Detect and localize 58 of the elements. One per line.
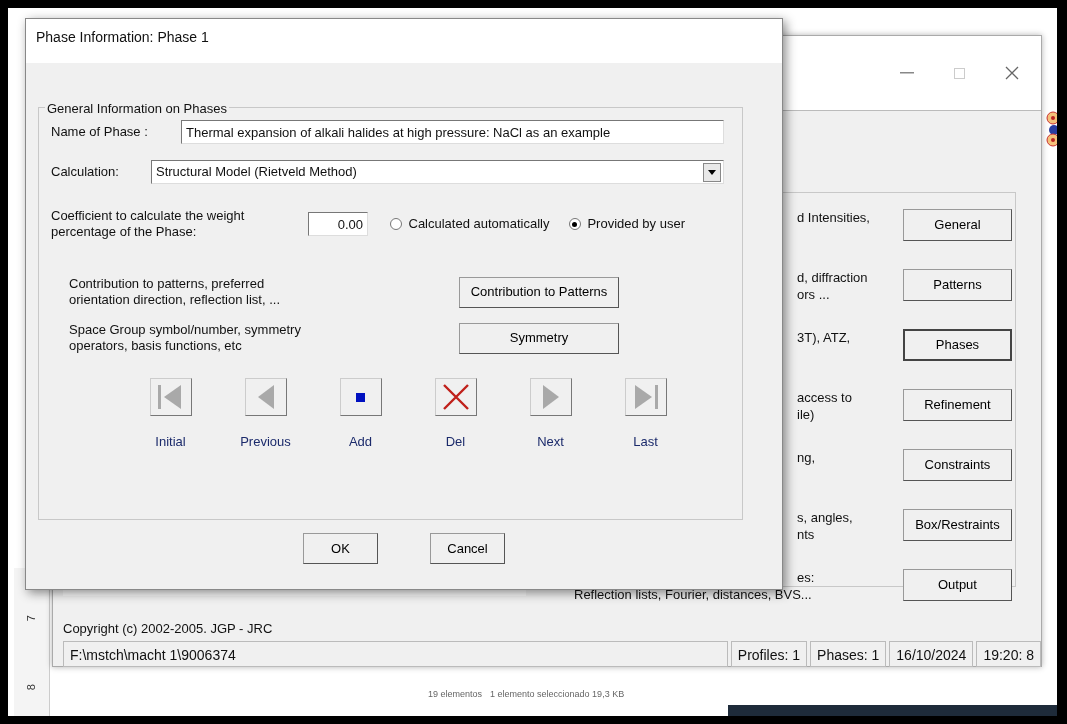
description-text: access to [797, 389, 853, 406]
description-text: d, diffraction [797, 269, 869, 286]
calculation-dropdown[interactable]: Structural Model (Rietveld Method) [151, 160, 724, 184]
description-text: Space Group symbol/number, symmetry operators, basis functions, etc [69, 322, 302, 354]
section-button[interactable]: Patterns [902, 269, 1012, 301]
dialog-button[interactable]: OK [303, 533, 378, 564]
radio-button[interactable] [568, 218, 581, 230]
ruler-number: 8 [24, 683, 39, 690]
status-field: Profiles: 1 [730, 641, 808, 667]
status-field: 16/10/2024 [889, 641, 974, 667]
status-field: F:\mstch\macht 1\9006374 [63, 641, 728, 667]
status-field: 19:20: 8 [976, 641, 1041, 667]
status-text: 19 elementos [428, 688, 483, 701]
section-button[interactable]: Phases [902, 329, 1012, 361]
description-text: Contribution to patterns, preferred orientation direction, reflection list, ... [69, 276, 281, 308]
nav-label: Next [537, 433, 564, 451]
ruler-number: 7 [24, 615, 39, 622]
radio-label: Provided by user [587, 215, 685, 234]
description-text: Reflection lists, Fourier, distances, BVS... [574, 586, 813, 603]
caret-icon [708, 169, 716, 175]
nav-label: Initial [155, 433, 186, 451]
description-text: 3T), ATZ, [797, 329, 852, 346]
description-text: nts [797, 526, 816, 543]
nav-label: Last [633, 433, 658, 451]
status-text: 1 elemento seleccionado 19,3 KB [490, 688, 625, 701]
action-button[interactable]: Contribution to Patterns [459, 276, 619, 308]
coefficient-field[interactable]: 0.00 [308, 212, 368, 236]
description-text: es: [797, 569, 816, 586]
description-text: ors ... [797, 286, 831, 303]
copyright-text: Copyright (c) 2002-2005. JGP - JRC [63, 620, 273, 638]
section-button[interactable]: Box/Restraints [902, 509, 1012, 541]
nav-label: Del [445, 433, 466, 451]
description-text: d Intensities, [797, 209, 871, 226]
square-icon [356, 392, 365, 402]
section-button[interactable]: Refinement [902, 389, 1012, 421]
action-button[interactable]: Symmetry [459, 322, 619, 354]
nav-button[interactable] [339, 378, 382, 416]
description-text: ile) [797, 406, 816, 423]
section-button[interactable]: Constraints [902, 449, 1012, 481]
section-button[interactable]: Output [902, 569, 1012, 601]
radio-button[interactable] [390, 218, 402, 230]
name-field[interactable]: Thermal expansion of alkali halides at high pressure: NaCl as an example [181, 120, 724, 144]
section-button[interactable]: General [902, 209, 1012, 241]
status-field: Phases: 1 [810, 641, 887, 667]
close-icon[interactable] [1005, 66, 1019, 80]
field-label: Coefficient to calculate the weight percentage of the Phase: [51, 208, 246, 240]
description-text: s, angles, [797, 509, 854, 526]
nav-label: Add [348, 433, 373, 451]
field-label: Calculation: [51, 163, 120, 182]
radio-label: Calculated automatically [408, 215, 550, 234]
dialog-title: Phase Information: Phase 1 [26, 19, 782, 63]
nav-label: Previous [240, 433, 291, 451]
nav-button[interactable] [434, 378, 477, 416]
field-label: Name of Phase : [51, 123, 149, 142]
minimize-icon[interactable] [900, 72, 914, 74]
dialog-button[interactable]: Cancel [430, 533, 505, 564]
description-text: ng, [797, 449, 817, 466]
atom-icon [1044, 108, 1057, 150]
